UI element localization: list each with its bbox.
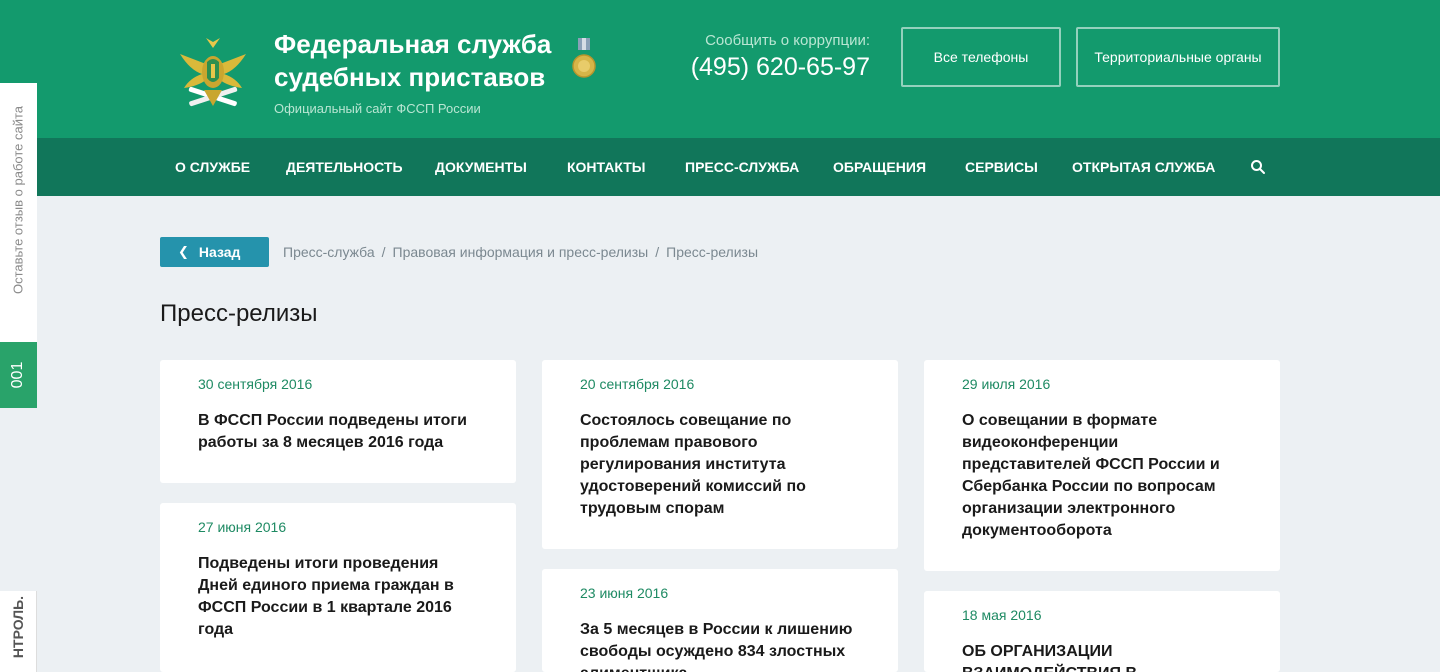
page-title: Пресс-релизы bbox=[160, 300, 318, 327]
breadcrumb-item[interactable]: Правовая информация и пресс-релизы bbox=[393, 244, 649, 260]
search-icon[interactable] bbox=[1250, 159, 1266, 175]
all-phones-button[interactable]: Все телефоны bbox=[901, 27, 1061, 87]
chevron-left-icon: ❮ bbox=[178, 244, 189, 259]
news-card[interactable]: 23 июня 2016 За 5 месяцев в России к лиш… bbox=[542, 569, 898, 672]
news-title[interactable]: Состоялось совещание по проблемам правов… bbox=[580, 410, 860, 520]
nav-item-appeals[interactable]: ОБРАЩЕНИЯ bbox=[833, 138, 926, 196]
news-date: 20 сентября 2016 bbox=[580, 376, 695, 392]
news-date: 30 сентября 2016 bbox=[198, 376, 313, 392]
breadcrumb: Пресс-служба / Правовая информация и пресс… bbox=[283, 244, 758, 260]
breadcrumb-current: Пресс-релизы bbox=[666, 244, 759, 260]
breadcrumb-separator: / bbox=[381, 244, 386, 260]
breadcrumb-separator: / bbox=[655, 244, 660, 260]
feedback-tab-label: Оставьте отзыв о работе сайта bbox=[10, 105, 26, 295]
news-date: 23 июня 2016 bbox=[580, 585, 669, 601]
nav-item-services[interactable]: СЕРВИСЫ bbox=[965, 138, 1038, 196]
news-date: 29 июля 2016 bbox=[962, 376, 1051, 392]
breadcrumb-item[interactable]: Пресс-служба bbox=[283, 244, 375, 260]
territorial-bodies-button[interactable]: Территориальные органы bbox=[1076, 27, 1280, 87]
news-title[interactable]: Подведены итоги проведения Дней единого … bbox=[198, 553, 478, 641]
corruption-label: Сообщить о коррупции: bbox=[705, 32, 870, 49]
back-button-label: Назад bbox=[198, 244, 241, 260]
back-button[interactable]: ❮ Назад bbox=[160, 237, 269, 267]
control-tab-label: НТРОЛЬ. bbox=[10, 595, 26, 659]
nav-item-press[interactable]: ПРЕСС-СЛУЖБА bbox=[685, 138, 799, 196]
site-title[interactable]: Федеральная служба судебных приставов bbox=[274, 28, 574, 94]
nav-item-activity[interactable]: ДЕЯТЕЛЬНОСТЬ bbox=[286, 138, 403, 196]
medal-icon bbox=[572, 38, 596, 78]
nav-item-about[interactable]: О СЛУЖБЕ bbox=[175, 138, 250, 196]
control-tab[interactable]: НТРОЛЬ. bbox=[0, 591, 37, 672]
site-subtitle: Официальный сайт ФССП России bbox=[274, 101, 481, 116]
fssp-emblem-icon[interactable] bbox=[176, 34, 250, 110]
news-date: 18 мая 2016 bbox=[962, 607, 1042, 623]
site-header: Федеральная служба судебных приставов Оф… bbox=[0, 0, 1440, 138]
nav-item-contacts[interactable]: КОНТАКТЫ bbox=[567, 138, 645, 196]
news-title[interactable]: За 5 месяцев в России к лишению свободы … bbox=[580, 619, 860, 672]
news-title[interactable]: В ФССП России подведены итоги работы за … bbox=[198, 410, 478, 454]
nav-item-documents[interactable]: ДОКУМЕНТЫ bbox=[435, 138, 527, 196]
corruption-phone[interactable]: (495) 620-65-97 bbox=[691, 53, 870, 82]
news-date: 27 июня 2016 bbox=[198, 519, 287, 535]
nav-item-open-service[interactable]: ОТКРЫТАЯ СЛУЖБА bbox=[1072, 138, 1215, 196]
main-nav: О СЛУЖБЕ ДЕЯТЕЛЬНОСТЬ ДОКУМЕНТЫ КОНТАКТЫ… bbox=[0, 138, 1440, 196]
news-card[interactable]: 27 июня 2016 Подведены итоги проведения … bbox=[160, 503, 516, 672]
news-card[interactable]: 20 сентября 2016 Состоялось совещание по… bbox=[542, 360, 898, 549]
feedback-counter-label: 001 bbox=[9, 361, 26, 389]
news-card[interactable]: 18 мая 2016 ОБ ОРГАНИЗАЦИИ ВЗАИМОДЕЙСТВИ… bbox=[924, 591, 1280, 672]
news-card[interactable]: 29 июля 2016 О совещании в формате видео… bbox=[924, 360, 1280, 571]
news-title[interactable]: ОБ ОРГАНИЗАЦИИ ВЗАИМОДЕЙСТВИЯ В bbox=[962, 641, 1242, 672]
news-card[interactable]: 30 сентября 2016 В ФССП России подведены… bbox=[160, 360, 516, 483]
news-title[interactable]: О совещании в формате видеоконференции п… bbox=[962, 410, 1242, 542]
